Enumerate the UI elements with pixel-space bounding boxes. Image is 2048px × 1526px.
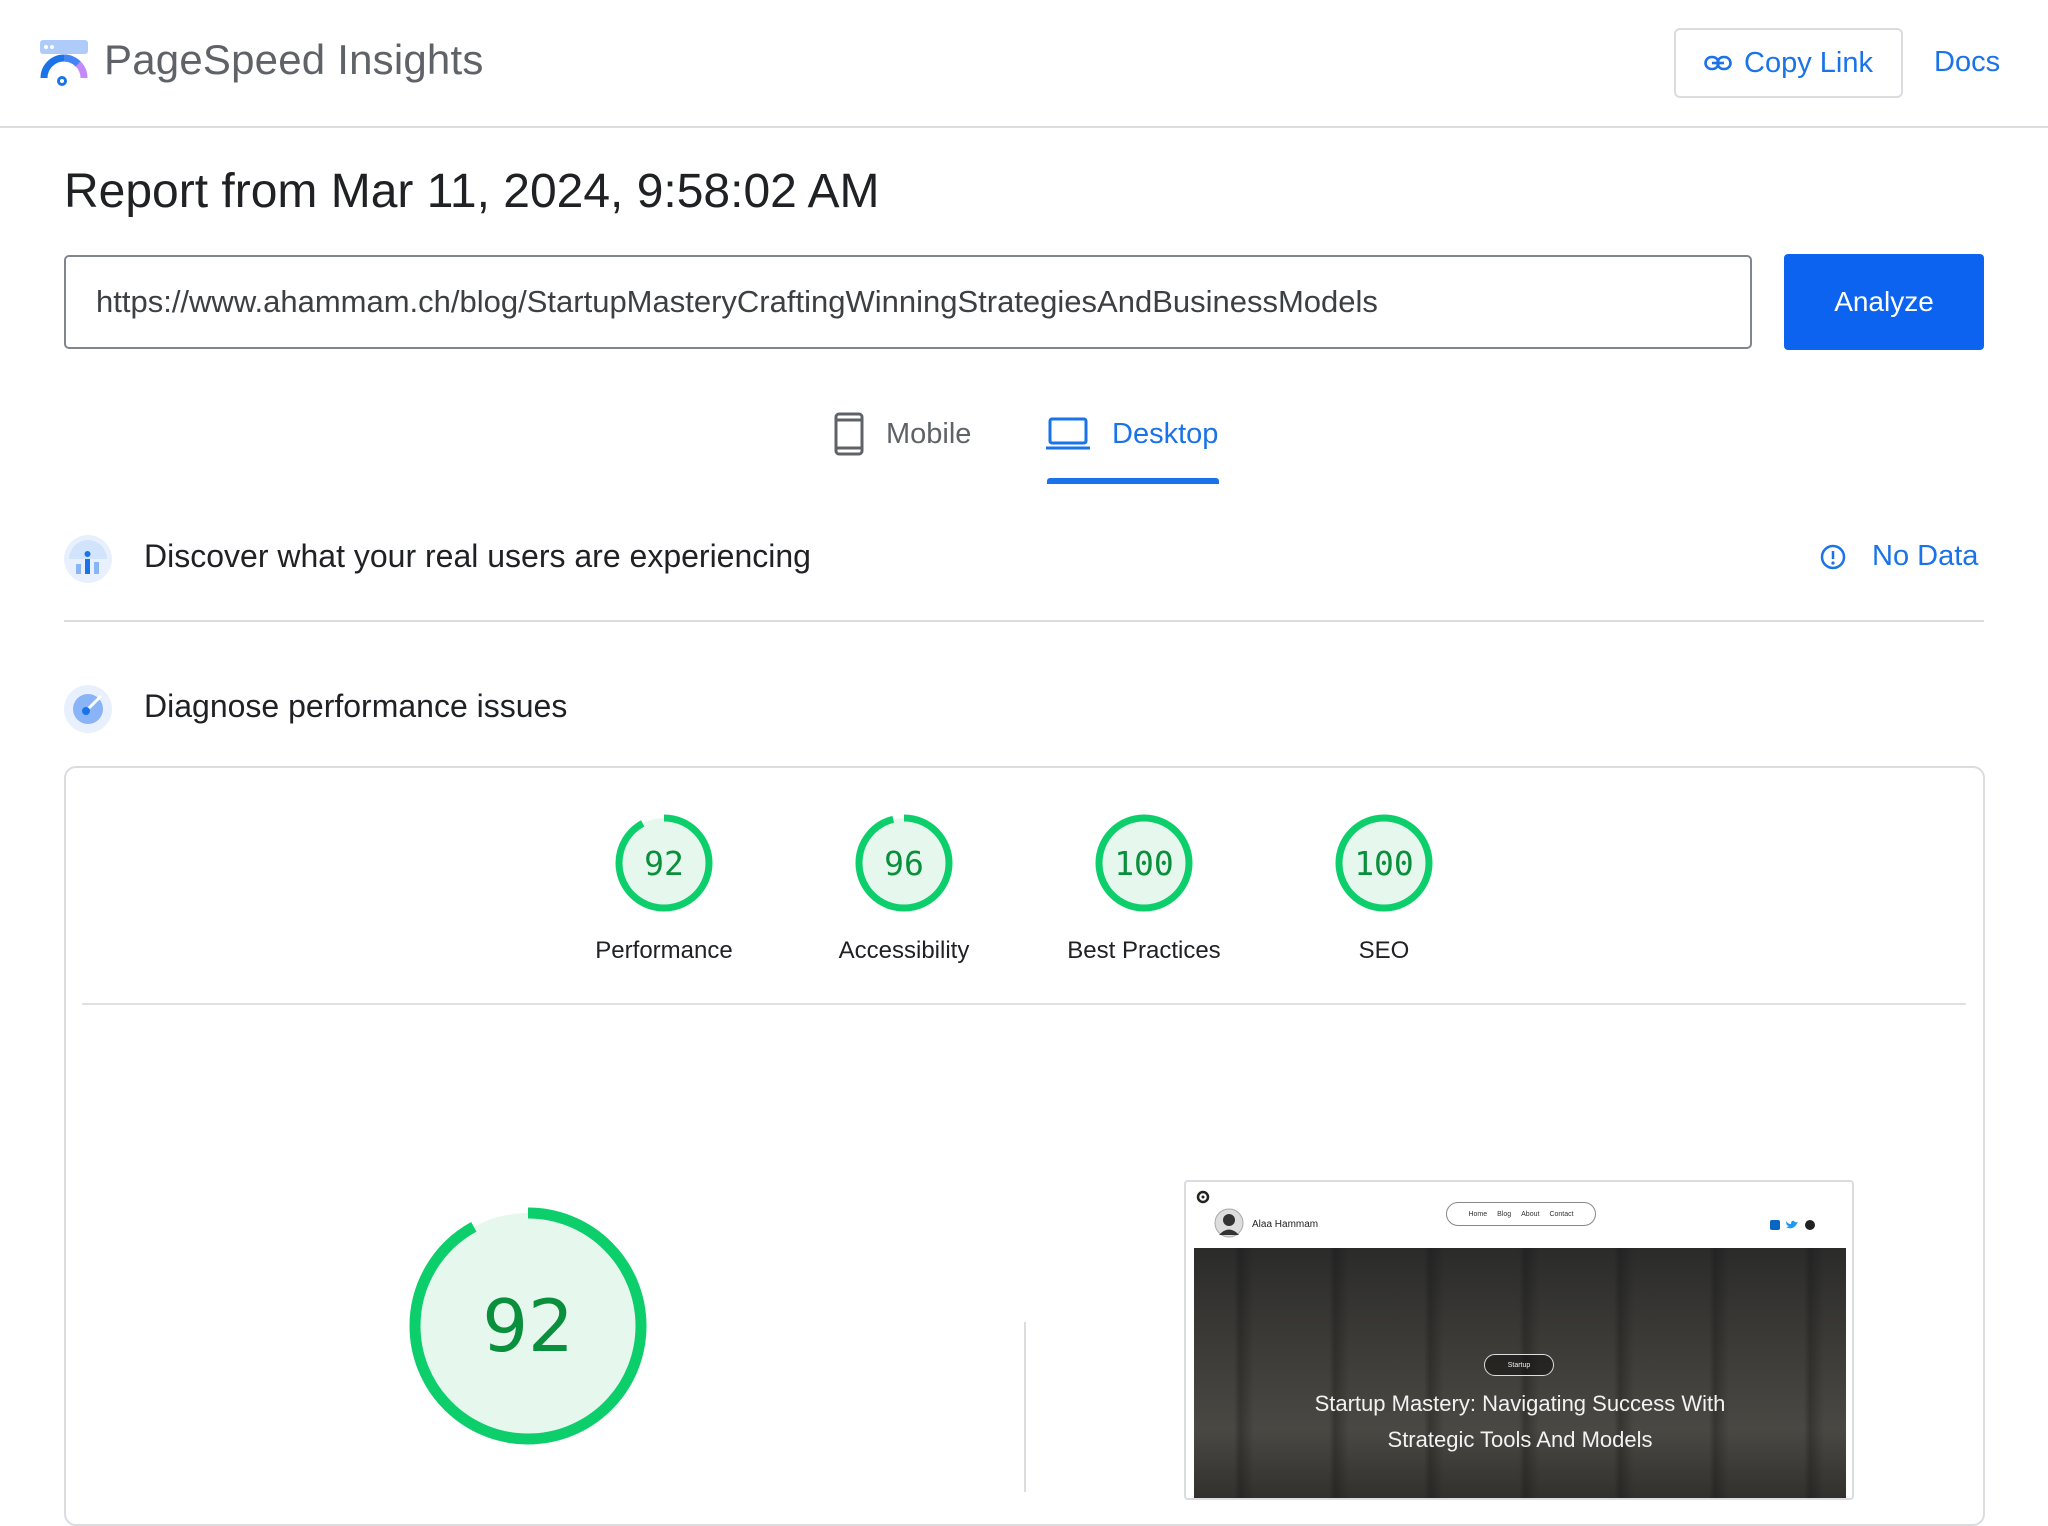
preview-hero-image: Startup Startup Mastery: Navigating Succ… bbox=[1194, 1248, 1846, 1498]
page-screenshot-preview: Alaa Hammam Home Blog About Contact Star… bbox=[1184, 1180, 1854, 1500]
social-icons bbox=[1770, 1220, 1815, 1230]
url-input[interactable] bbox=[64, 255, 1752, 349]
preview-nav-item: Home bbox=[1468, 1210, 1488, 1218]
score-label: SEO bbox=[1358, 937, 1410, 964]
docs-link[interactable]: Docs bbox=[1934, 46, 2000, 79]
seo-gauge[interactable]: 100 bbox=[1334, 813, 1434, 913]
tab-selected-indicator bbox=[1047, 478, 1219, 484]
vertical-divider bbox=[1024, 1322, 1026, 1492]
preview-nav-item: Blog bbox=[1497, 1210, 1512, 1218]
link-icon bbox=[1704, 55, 1732, 71]
main-score-value: 92 bbox=[482, 1284, 574, 1368]
score-value: 92 bbox=[644, 843, 684, 883]
copy-link-button[interactable]: Copy Link bbox=[1674, 28, 1903, 98]
info-icon bbox=[1820, 544, 1846, 569]
tab-desktop[interactable]: Desktop bbox=[1046, 404, 1218, 464]
preview-nav-item: Contact bbox=[1549, 1210, 1574, 1218]
laptop-icon bbox=[1046, 417, 1090, 450]
score-value: 100 bbox=[1114, 843, 1174, 883]
analyze-button[interactable]: Analyze bbox=[1784, 254, 1984, 350]
tab-desktop-label: Desktop bbox=[1112, 417, 1219, 450]
pagespeed-logo-icon bbox=[40, 40, 88, 86]
preview-headline-line: Startup Mastery: Navigating Success With bbox=[1314, 1391, 1726, 1416]
diagnose-title: Diagnose performance issues bbox=[144, 688, 568, 724]
section-divider bbox=[64, 620, 1984, 622]
preview-nav-item: About bbox=[1521, 1210, 1540, 1218]
preview-author: Alaa Hammam bbox=[1252, 1219, 1319, 1230]
accessibility-gauge[interactable]: 96 bbox=[854, 813, 954, 913]
tab-mobile[interactable]: Mobile bbox=[834, 404, 971, 464]
preview-headline-line: Strategic Tools And Models bbox=[1387, 1427, 1653, 1452]
preview-nav: Home Blog About Contact bbox=[1446, 1202, 1596, 1226]
diagnose-icon bbox=[64, 685, 112, 733]
score-value: 96 bbox=[884, 843, 924, 883]
score-label: Performance bbox=[595, 937, 733, 964]
no-data-status[interactable]: No Data bbox=[1820, 540, 1978, 573]
preview-tag: Startup bbox=[1484, 1354, 1554, 1376]
mobile-phone-icon bbox=[834, 412, 864, 456]
copy-link-label: Copy Link bbox=[1744, 46, 1873, 79]
performance-gauge[interactable]: 92 bbox=[614, 813, 714, 913]
no-data-label: No Data bbox=[1872, 540, 1979, 572]
field-data-title: Discover what your real users are experi… bbox=[144, 538, 811, 574]
card-divider bbox=[82, 1003, 1966, 1005]
performance-main-gauge: 92 bbox=[406, 1204, 650, 1448]
preview-headline: Startup Mastery: Navigating Success With… bbox=[1234, 1386, 1806, 1458]
best-practices-gauge[interactable]: 100 bbox=[1094, 813, 1194, 913]
score-label: Best Practices bbox=[1067, 937, 1221, 964]
report-title: Report from Mar 11, 2024, 9:58:02 AM bbox=[64, 165, 880, 218]
score-label: Accessibility bbox=[838, 937, 970, 964]
brand-name: PageSpeed Insights bbox=[104, 36, 484, 83]
site-logo-icon bbox=[1196, 1190, 1210, 1204]
score-value: 100 bbox=[1354, 843, 1414, 883]
real-users-icon bbox=[64, 535, 112, 583]
author-avatar bbox=[1214, 1208, 1244, 1238]
tab-mobile-label: Mobile bbox=[886, 417, 972, 450]
